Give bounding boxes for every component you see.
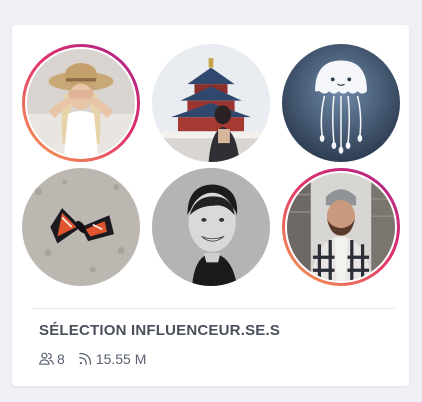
selection-title[interactable]: SÉLECTION INFLUENCEUR.SE.S: [39, 322, 280, 339]
members-stat: 8: [38, 350, 65, 367]
moth-photo: [22, 168, 140, 286]
rss-icon: [78, 352, 91, 365]
influencer-avatar-jellyfish[interactable]: [282, 44, 400, 162]
members-count: 8: [57, 350, 65, 367]
audience-value: 15.55 M: [95, 350, 147, 367]
selection-stats: 8 15.55 M: [38, 350, 158, 367]
straw-hat-photo: [27, 49, 135, 157]
influencer-avatar-straw-hat[interactable]: [22, 44, 140, 162]
card-divider: [32, 308, 395, 309]
influencer-avatar-beanie-man[interactable]: [282, 168, 400, 286]
influencer-avatar-moth[interactable]: [22, 168, 140, 286]
influencer-selection-card[interactable]: SÉLECTION INFLUENCEUR.SE.S 8 15.55 M: [12, 25, 409, 386]
smiling-man-photo: [152, 168, 270, 286]
influencer-avatar-smiling-man[interactable]: [152, 168, 270, 286]
users-icon: [39, 352, 54, 365]
influencer-avatar-temple[interactable]: [152, 44, 270, 162]
temple-photo: [152, 44, 270, 162]
beanie-man-photo: [287, 173, 395, 281]
jellyfish-illustration: [282, 44, 400, 162]
audience-stat: 15.55 M: [77, 350, 147, 367]
avatar-grid: [22, 44, 400, 286]
